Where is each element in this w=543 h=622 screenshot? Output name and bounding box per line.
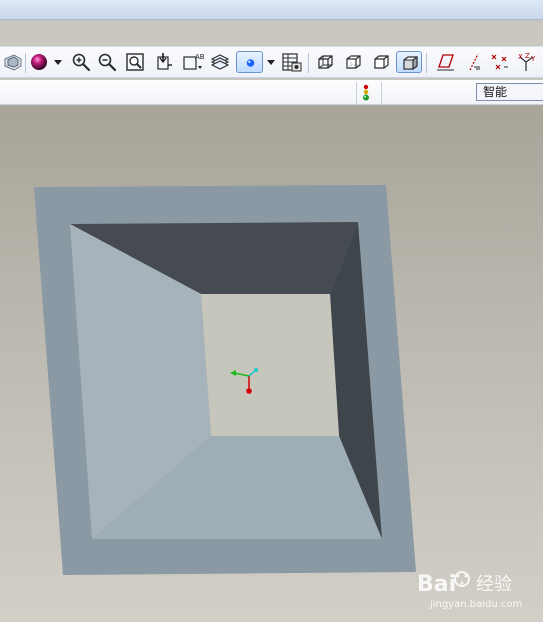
layers-button[interactable] (209, 51, 231, 73)
coordinate-systems-button[interactable]: X Z Y (515, 51, 537, 73)
selection-filter-select[interactable]: 智能 (476, 83, 543, 101)
zoom-in-button[interactable] (70, 51, 92, 73)
traffic-light-svg (363, 84, 369, 101)
selection-filter-value: 智能 (483, 85, 508, 99)
view-manager-button[interactable] (2, 51, 24, 73)
status-bar: 智能 (0, 80, 543, 105)
toolbar: AB X Z Y (0, 46, 543, 78)
blue-dot-icon (246, 59, 255, 67)
zoom-out-icon (98, 53, 117, 72)
appearance-button[interactable] (28, 51, 50, 73)
datum-points-icon (491, 54, 508, 70)
refit-icon (126, 53, 144, 71)
table-icon (282, 53, 302, 72)
display-style-dropdown[interactable] (264, 51, 278, 73)
cube-shaded-icon (403, 55, 418, 71)
status-separator (381, 82, 382, 104)
svg-text:Z: Z (525, 52, 530, 60)
no-hidden-button[interactable] (370, 51, 392, 73)
toolbar-separator (308, 53, 309, 73)
appearance-dropdown[interactable] (51, 51, 65, 73)
model-view (34, 185, 416, 575)
svg-text:Y: Y (530, 55, 536, 63)
sphere-icon (31, 54, 47, 70)
svg-text:X: X (518, 53, 523, 61)
saved-views-icon: AB (183, 53, 204, 70)
display-style-button[interactable] (236, 51, 263, 73)
title-bar (0, 0, 543, 20)
chevron-down-icon (267, 60, 275, 65)
toolbar-separator (25, 53, 26, 73)
zoom-in-icon (72, 53, 91, 72)
properties-button[interactable] (280, 51, 302, 73)
chevron-down-icon (54, 60, 62, 65)
datum-plane-icon (437, 54, 454, 71)
frame-opening (201, 294, 339, 436)
datum-axis-icon (469, 53, 480, 71)
saved-views-button[interactable]: AB (182, 51, 204, 73)
datum-points-button[interactable] (488, 51, 510, 73)
refit-button[interactable] (124, 51, 146, 73)
cube-hidden-icon (346, 55, 361, 69)
layers-stack-icon (210, 54, 230, 70)
reorient-icon (157, 53, 172, 70)
wireframe-button[interactable] (314, 51, 336, 73)
reorient-button[interactable] (152, 51, 174, 73)
layers-icon (4, 54, 22, 71)
cube-wireframe-icon (318, 55, 333, 69)
datum-axes-button[interactable] (462, 51, 484, 73)
traffic-light-icon[interactable] (359, 83, 373, 103)
csys-icon: X Z Y (518, 52, 536, 71)
hidden-line-button[interactable] (342, 51, 364, 73)
cube-nohidden-icon (374, 55, 389, 69)
shading-button[interactable] (396, 51, 422, 73)
status-separator (356, 82, 357, 104)
graphics-viewport[interactable]: Bai 经验 jingyan.baidu.com (0, 105, 543, 622)
zoom-out-button[interactable] (96, 51, 118, 73)
datum-planes-button[interactable] (434, 51, 456, 73)
svg-text:AB: AB (195, 53, 204, 61)
toolbar-separator (426, 53, 427, 73)
